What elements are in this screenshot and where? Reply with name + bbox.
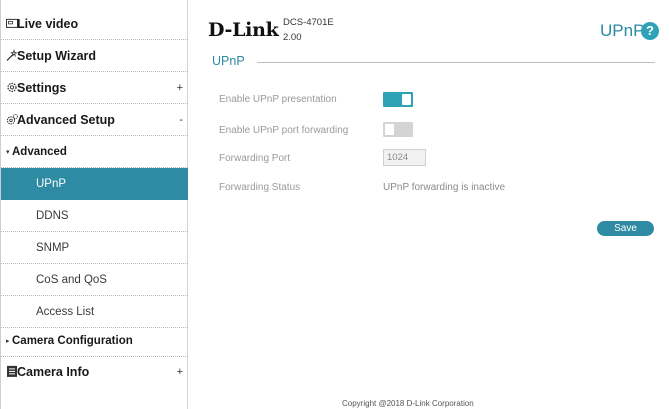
sidebar-item-setup-wizard[interactable]: Setup Wizard [1, 40, 188, 72]
collapse-indicator[interactable]: - [179, 114, 183, 126]
sidebar-item-camera-info[interactable]: Camera Info + [1, 356, 188, 388]
sidebar-item-live-video[interactable]: Live video [1, 8, 188, 40]
sidebar-item-label: Advanced [12, 145, 67, 158]
page-title: UPnP [600, 21, 645, 40]
caret-down-icon: ▾ [6, 148, 10, 156]
section-title: UPnP [212, 54, 245, 68]
sidebar-item-advanced-setup[interactable]: Advanced Setup - [1, 104, 188, 136]
sidebar-item-settings[interactable]: Settings + [1, 72, 188, 104]
firmware-version: 2.00 [283, 32, 302, 43]
expand-indicator[interactable]: + [177, 82, 183, 94]
forwarding-status-label: Forwarding Status [219, 182, 301, 193]
sidebar-item-label: Camera Info [17, 365, 90, 379]
sidebar-item-upnp[interactable]: UPnP [1, 168, 188, 200]
sidebar-item-label: Access List [36, 305, 95, 318]
device-model: DCS-4701E [283, 17, 334, 28]
sidebar-group-camera-configuration[interactable]: ▸ Camera Configuration [1, 325, 188, 357]
sidebar-item-ddns[interactable]: DDNS [1, 200, 188, 232]
save-button[interactable]: Save [597, 221, 654, 236]
sidebar-item-label: CoS and QoS [36, 273, 107, 286]
sidebar-item-label: Live video [17, 16, 79, 31]
upnp-presentation-toggle[interactable] [383, 92, 413, 107]
help-icon[interactable]: ? [641, 22, 659, 40]
upnp-presentation-label: Enable UPnP presentation [219, 94, 337, 105]
upnp-port-forwarding-toggle[interactable] [383, 122, 413, 137]
caret-right-icon: ▸ [6, 337, 10, 345]
sidebar-item-label: SNMP [36, 241, 70, 254]
sidebar-item-cos-qos[interactable]: CoS and QoS [1, 264, 188, 296]
sidebar-item-label: UPnP [36, 177, 67, 190]
section-divider [257, 62, 655, 63]
upnp-port-forwarding-label: Enable UPnP port forwarding [219, 125, 349, 136]
forwarding-status-value: UPnP forwarding is inactive [383, 182, 506, 193]
sidebar-item-label: Settings [17, 80, 67, 95]
sidebar: Live video Setup Wizard Settings + Advan… [1, 0, 188, 409]
sidebar-item-snmp[interactable]: SNMP [1, 232, 188, 264]
toggle-knob [385, 124, 394, 135]
sidebar-item-access-list[interactable]: Access List [1, 296, 188, 328]
toggle-knob [402, 94, 411, 105]
sidebar-item-label: Advanced Setup [17, 112, 115, 127]
sidebar-item-label: DDNS [36, 209, 69, 222]
forwarding-port-label: Forwarding Port [219, 153, 291, 164]
sidebar-item-label: Camera Configuration [12, 334, 133, 347]
forwarding-port-input[interactable] [383, 149, 426, 166]
expand-indicator[interactable]: + [177, 366, 183, 378]
sidebar-item-label: Setup Wizard [17, 48, 97, 63]
copyright-text: Copyright @2018 D-Link Corporation [342, 399, 474, 408]
sidebar-group-advanced[interactable]: ▾ Advanced [1, 136, 188, 168]
dlink-logo: D-Link [208, 19, 279, 41]
